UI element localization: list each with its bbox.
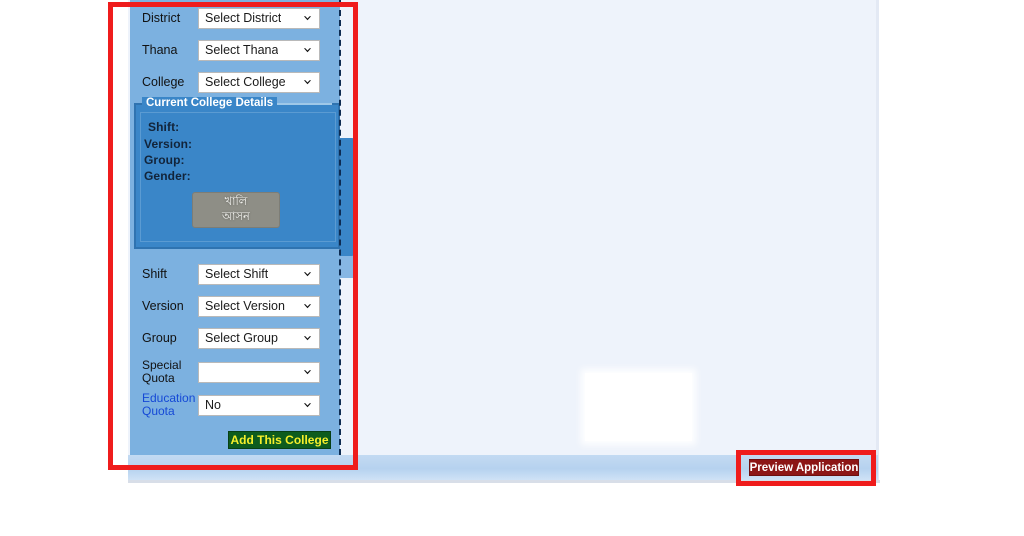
select-shift[interactable]: Select Shift <box>198 263 320 285</box>
vacant-seat-button[interactable]: খালি আসন <box>192 192 280 228</box>
select-thana-value: Select Thana <box>205 43 279 57</box>
add-this-college-button[interactable]: Add This College <box>228 431 331 449</box>
detail-version: Version: <box>144 137 193 151</box>
label-shift: Shift <box>142 266 168 281</box>
footer-shadow <box>128 480 880 483</box>
current-college-details-legend: Current College Details <box>142 97 278 109</box>
chevron-down-icon <box>303 334 312 343</box>
content-sheet-right-edge <box>876 0 879 481</box>
form-row-version: Version Select Version <box>130 293 340 319</box>
form-row-district: District Select District <box>130 5 340 31</box>
preview-application-wrap: Preview Application <box>740 455 868 480</box>
label-district: District <box>142 10 181 25</box>
select-thana[interactable]: Select Thana <box>198 39 320 61</box>
label-education-quota-line2: Quota <box>142 404 175 418</box>
select-college-value: Select College <box>205 75 286 89</box>
blank-content-card <box>585 373 692 441</box>
chevron-down-icon <box>303 78 312 87</box>
chevron-down-icon <box>303 302 312 311</box>
select-district-value: Select District <box>205 11 282 25</box>
chevron-down-icon <box>303 14 312 23</box>
select-version-value: Select Version <box>205 299 285 313</box>
label-group: Group <box>142 330 177 345</box>
label-thana: Thana <box>142 42 178 57</box>
select-shift-value: Select Shift <box>205 267 269 281</box>
form-row-thana: Thana Select Thana <box>130 37 340 63</box>
form-row-shift: Shift Select Shift <box>130 261 340 287</box>
label-special-quota-line2: Quota <box>142 371 175 385</box>
detail-gender: Gender: <box>144 169 191 183</box>
preview-application-button[interactable]: Preview Application <box>749 459 859 476</box>
select-group-value: Select Group <box>205 331 278 345</box>
select-version[interactable]: Select Version <box>198 295 320 317</box>
vacant-seat-button-line1: খালি <box>224 196 248 208</box>
form-row-education-quota: Education Quota No <box>130 392 340 418</box>
detail-shift: Shift: <box>148 120 180 134</box>
label-education-quota[interactable]: Education Quota <box>130 392 198 418</box>
select-district[interactable]: Select District <box>198 7 320 29</box>
select-education-quota[interactable]: No <box>198 394 320 416</box>
label-college: College <box>142 74 185 89</box>
label-version: Version <box>142 298 184 313</box>
vacant-seat-button-line2: আসন <box>222 211 250 223</box>
select-college[interactable]: Select College <box>198 71 320 93</box>
label-special-quota: Special Quota <box>130 359 198 385</box>
select-education-quota-value: No <box>205 398 221 412</box>
chevron-down-icon <box>303 46 312 55</box>
select-group[interactable]: Select Group <box>198 327 320 349</box>
select-special-quota[interactable] <box>198 361 320 383</box>
form-row-college: College Select College <box>130 69 340 95</box>
detail-group: Group: <box>144 153 185 167</box>
form-row-group: Group Select Group <box>130 325 340 351</box>
chevron-down-icon <box>303 270 312 279</box>
page-root: District Select District Thana Select Th… <box>0 0 1024 536</box>
chevron-down-icon <box>303 368 312 377</box>
dashed-divider <box>339 0 341 455</box>
chevron-down-icon <box>303 401 312 410</box>
form-row-special-quota: Special Quota <box>130 359 340 385</box>
